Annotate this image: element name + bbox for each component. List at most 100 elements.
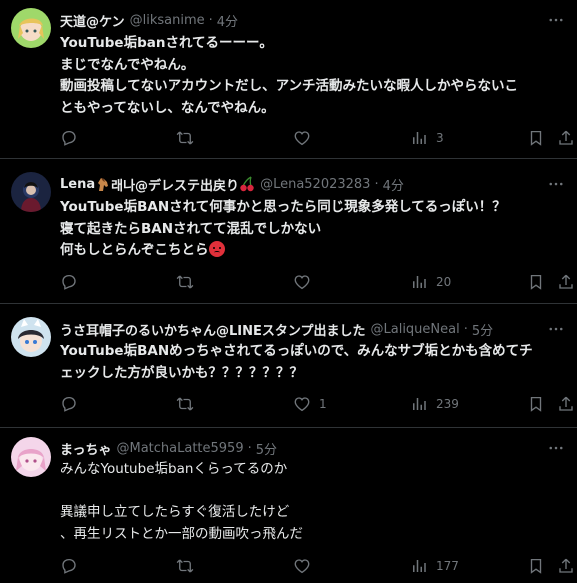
display-name[interactable]: 天道@ケン	[60, 11, 125, 30]
like-icon	[293, 273, 311, 291]
cherry-icon	[240, 176, 254, 192]
view-count: 239	[436, 397, 459, 411]
view-count: 20	[436, 275, 452, 289]
like-button[interactable]	[293, 128, 319, 148]
action-bar: 177	[60, 556, 577, 576]
reply-icon	[60, 129, 78, 147]
views-button[interactable]: 177	[410, 556, 459, 576]
avatar[interactable]	[11, 317, 51, 357]
text-line: ともやってないし、なんでやねん。	[60, 99, 275, 116]
reply-button[interactable]	[60, 272, 78, 292]
tweet[interactable]: Lena 래나@デレステ出戻り @Lena52023283 · 4分 YouTu…	[0, 159, 577, 304]
more-icon[interactable]	[547, 175, 565, 193]
retweet-icon	[176, 273, 194, 291]
bookmark-icon	[527, 273, 545, 291]
action-bar: 1 239	[60, 394, 577, 414]
like-icon	[293, 557, 311, 575]
user-handle[interactable]: @Lena52023283	[260, 177, 370, 192]
text-line: 異議申し立てしたらすぐ復活したけど	[60, 504, 290, 520]
views-icon	[410, 273, 428, 291]
tweet-header: うさ耳帽子のるいかちゃん@LINEスタンプ出ました @LaliqueNeal ·…	[60, 319, 493, 339]
text-line-blank	[60, 481, 568, 503]
retweet-button[interactable]	[176, 128, 194, 148]
avatar[interactable]	[11, 8, 51, 48]
bookmark-button[interactable]	[527, 556, 545, 576]
more-icon[interactable]	[547, 439, 565, 457]
user-handle[interactable]: @MatchaLatte5959	[116, 441, 243, 456]
reply-icon	[60, 273, 78, 291]
text-line: みんなYoutube垢banくらってるのか	[60, 461, 288, 477]
tweet-header: 天道@ケン @liksanime · 4分	[60, 10, 238, 30]
separator-dot: ·	[463, 321, 468, 337]
share-button[interactable]	[557, 272, 575, 292]
retweet-icon	[176, 557, 194, 575]
display-name[interactable]: まっちゃ	[60, 439, 111, 458]
separator-dot: ·	[208, 12, 213, 28]
tweet[interactable]: 天道@ケン @liksanime · 4分 YouTube垢banされてるーーー…	[0, 0, 577, 159]
avatar[interactable]	[11, 437, 51, 477]
reply-button[interactable]	[60, 128, 78, 148]
like-button[interactable]: 1	[293, 394, 327, 414]
retweet-button[interactable]	[176, 272, 194, 292]
timestamp[interactable]: 4分	[383, 175, 404, 194]
views-button[interactable]: 239	[410, 394, 459, 414]
more-icon[interactable]	[547, 11, 565, 29]
user-handle[interactable]: @liksanime	[130, 13, 205, 28]
horse-icon	[98, 178, 109, 191]
views-button[interactable]: 3	[410, 128, 444, 148]
views-icon	[410, 557, 428, 575]
bookmark-icon	[527, 129, 545, 147]
retweet-icon	[176, 395, 194, 413]
reply-button[interactable]	[60, 394, 78, 414]
timestamp[interactable]: 5分	[472, 320, 493, 339]
share-icon	[557, 129, 575, 147]
text-line: ェックした方が良いかも？？？？？？？	[60, 364, 303, 381]
share-icon	[557, 395, 575, 413]
timestamp[interactable]: 4分	[217, 11, 238, 30]
reply-icon	[60, 395, 78, 413]
reply-button[interactable]	[60, 556, 78, 576]
tweet-text: YouTube垢banされてるーーー。 まじでなんでやねん。 動画投稿してないアカウ…	[60, 33, 568, 119]
tweet-text: YouTube垢BANされて何事かと思ったら同じ現象多発してるっぽい！？ 寝て起き…	[60, 197, 568, 262]
display-name-part2[interactable]: 래나@デレステ出戻り	[111, 175, 239, 194]
tweet[interactable]: まっちゃ @MatchaLatte5959 · 5分 みんなYoutube垢ba…	[0, 428, 577, 583]
tweet-text: YouTube垢BANめっちゃされてるっぽいので、みんなサブ垢とかも含めてチ ェッ…	[60, 341, 568, 384]
views-button[interactable]: 20	[410, 272, 451, 292]
bookmark-button[interactable]	[527, 128, 545, 148]
like-button[interactable]	[293, 272, 319, 292]
views-icon	[410, 395, 428, 413]
bookmark-button[interactable]	[527, 394, 545, 414]
bookmark-icon	[527, 395, 545, 413]
action-bar: 3	[60, 128, 577, 148]
avatar[interactable]	[11, 172, 51, 212]
text-line: 何もしとらんぞこちとら	[60, 242, 209, 258]
more-icon[interactable]	[547, 320, 565, 338]
bookmark-icon	[527, 557, 545, 575]
display-name[interactable]: うさ耳帽子のるいかちゃん@LINEスタンプ出ました	[60, 320, 366, 339]
share-button[interactable]	[557, 128, 575, 148]
text-line: YouTube垢BANめっちゃされてるっぽいので、みんなサブ垢とかも含めてチ	[60, 343, 533, 359]
share-button[interactable]	[557, 394, 575, 414]
user-handle[interactable]: @LaliqueNeal	[371, 322, 460, 337]
text-line: 寝て起きたらBANされてて混乱でしかない	[60, 220, 322, 237]
like-count: 1	[319, 397, 327, 411]
share-icon	[557, 273, 575, 291]
view-count: 3	[436, 131, 444, 145]
separator-dot: ·	[247, 440, 252, 456]
display-name-part1[interactable]: Lena	[60, 177, 95, 192]
tweet-header: まっちゃ @MatchaLatte5959 · 5分	[60, 438, 277, 458]
bookmark-button[interactable]	[527, 272, 545, 292]
like-icon	[293, 395, 311, 413]
reply-icon	[60, 557, 78, 575]
views-icon	[410, 129, 428, 147]
retweet-button[interactable]	[176, 394, 194, 414]
timestamp[interactable]: 5分	[256, 439, 277, 458]
tweet[interactable]: うさ耳帽子のるいかちゃん@LINEスタンプ出ました @LaliqueNeal ·…	[0, 304, 577, 428]
text-line: 、再生リストとか一部の動画吹っ飛んだ	[60, 525, 303, 542]
angry-face-icon	[208, 241, 225, 257]
text-line: YouTube垢BANされて何事かと思ったら同じ現象多発してるっぽい！？	[60, 199, 506, 215]
retweet-button[interactable]	[176, 556, 194, 576]
like-button[interactable]	[293, 556, 319, 576]
text-line: まじでなんでやねん。	[60, 56, 195, 73]
share-button[interactable]	[557, 556, 575, 576]
